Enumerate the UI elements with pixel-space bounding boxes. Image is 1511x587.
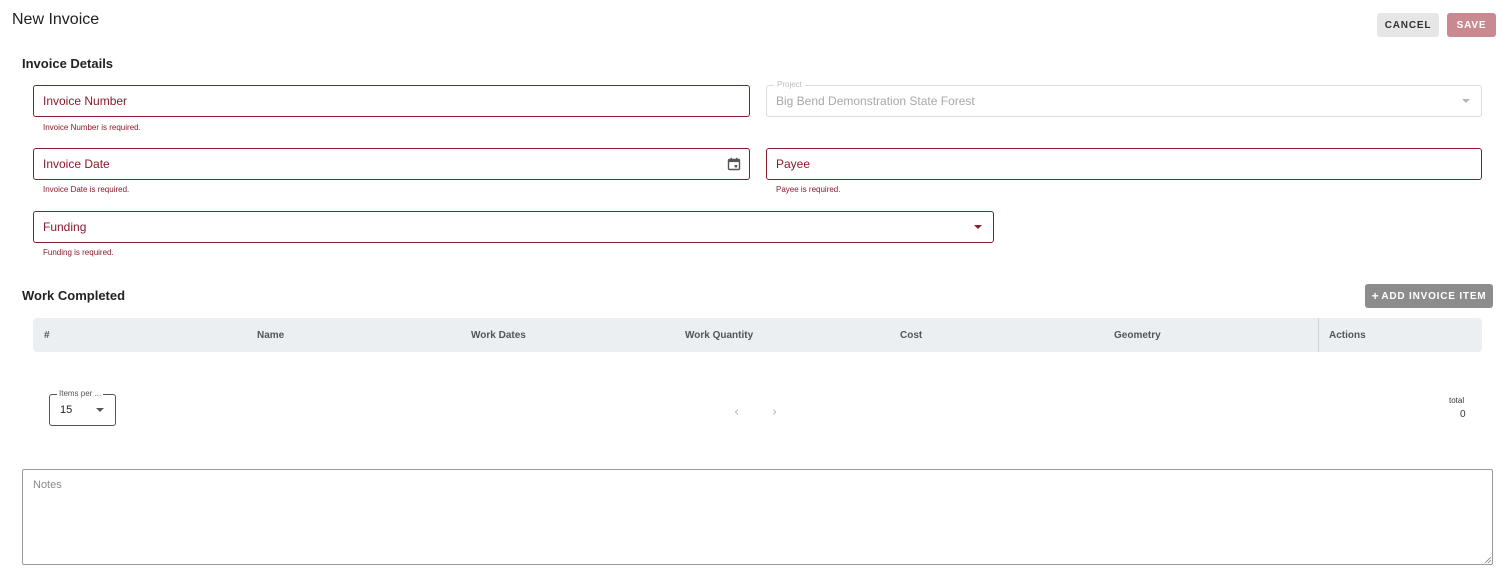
add-invoice-item-button[interactable]: + ADD INVOICE ITEM bbox=[1365, 284, 1493, 308]
invoice-details-heading: Invoice Details bbox=[22, 56, 114, 71]
column-header-work-quantity[interactable]: Work Quantity bbox=[685, 318, 753, 352]
column-header-number[interactable]: # bbox=[44, 318, 50, 352]
work-completed-heading: Work Completed bbox=[22, 288, 126, 303]
page-title: New Invoice bbox=[12, 11, 100, 28]
add-invoice-item-label: ADD INVOICE ITEM bbox=[1381, 290, 1487, 302]
funding-error: Funding is required. bbox=[43, 248, 114, 257]
payee-field[interactable]: Payee bbox=[766, 148, 1482, 180]
invoice-number-label: Invoice Number bbox=[43, 94, 128, 108]
funding-select[interactable]: Funding bbox=[33, 211, 994, 243]
notes-textarea[interactable] bbox=[22, 469, 1493, 565]
project-select: Project Big Bend Demonstration State For… bbox=[766, 80, 1482, 117]
payee-label: Payee bbox=[776, 157, 811, 171]
chevron-right-icon[interactable]: › bbox=[772, 405, 777, 420]
funding-label: Funding bbox=[43, 220, 87, 234]
payee-error: Payee is required. bbox=[776, 185, 841, 194]
resize-handle-icon[interactable] bbox=[1484, 556, 1492, 564]
column-header-work-dates[interactable]: Work Dates bbox=[471, 318, 526, 352]
column-header-geometry[interactable]: Geometry bbox=[1114, 318, 1161, 352]
save-button[interactable]: SAVE bbox=[1447, 13, 1496, 37]
calendar-icon[interactable] bbox=[719, 157, 749, 171]
invoice-date-label: Invoice Date bbox=[43, 157, 110, 171]
project-value: Big Bend Demonstration State Forest bbox=[776, 94, 975, 108]
invoice-date-field[interactable]: Invoice Date bbox=[33, 148, 750, 180]
items-per-page-select[interactable]: Items per ... 15 bbox=[49, 389, 116, 426]
items-per-page-label: Items per ... bbox=[57, 389, 104, 399]
column-header-name[interactable]: Name bbox=[257, 318, 284, 352]
invoice-date-error: Invoice Date is required. bbox=[43, 185, 130, 194]
chevron-down-icon bbox=[85, 408, 115, 412]
total-count: 0 bbox=[1460, 409, 1466, 420]
plus-icon: + bbox=[1371, 289, 1380, 303]
invoice-number-error: Invoice Number is required. bbox=[43, 123, 141, 132]
chevron-left-icon[interactable]: ‹ bbox=[734, 405, 739, 420]
chevron-down-icon[interactable] bbox=[963, 225, 993, 229]
project-label: Project bbox=[774, 80, 805, 90]
column-header-cost[interactable]: Cost bbox=[900, 318, 922, 352]
invoice-number-field[interactable]: Invoice Number bbox=[33, 85, 750, 117]
total-label: total bbox=[1449, 396, 1465, 405]
items-per-page-value: 15 bbox=[60, 404, 73, 416]
cancel-button[interactable]: CANCEL bbox=[1377, 13, 1439, 37]
table-header: # Name Work Dates Work Quantity Cost Geo… bbox=[33, 318, 1482, 352]
chevron-down-icon bbox=[1451, 99, 1481, 103]
column-header-actions: Actions bbox=[1329, 329, 1366, 341]
column-divider bbox=[1318, 318, 1319, 352]
